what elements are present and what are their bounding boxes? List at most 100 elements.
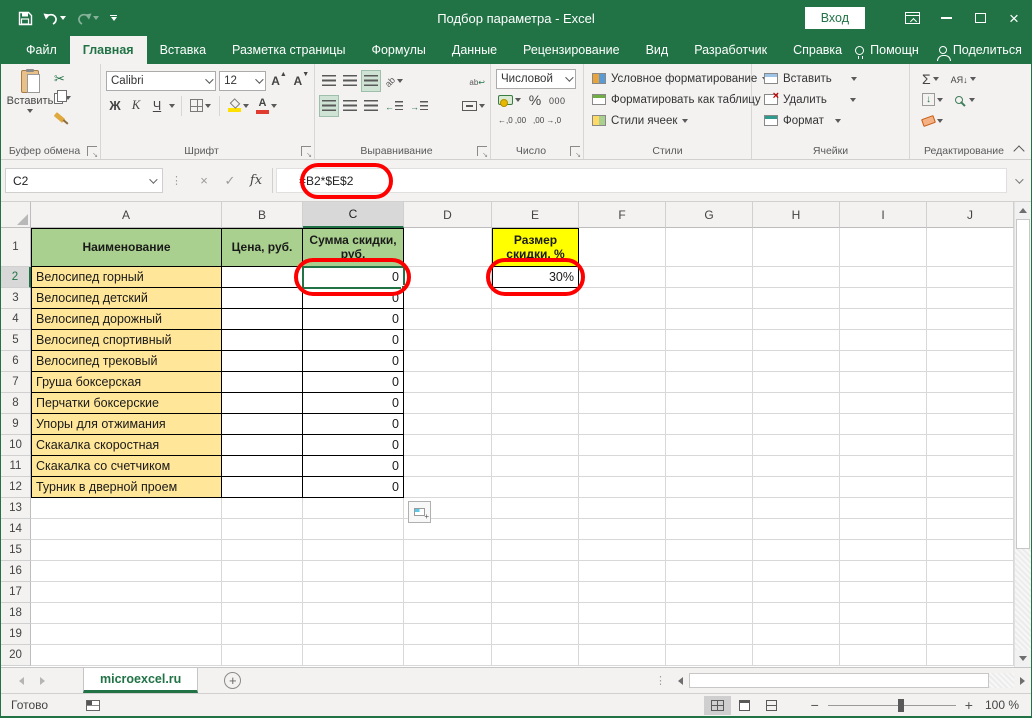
cell-B6[interactable]: [222, 351, 303, 372]
cell-A5[interactable]: Велосипед спортивный: [31, 330, 222, 351]
row-header-2[interactable]: 2: [1, 267, 31, 288]
align-right-button[interactable]: [362, 96, 380, 116]
font-family-combo[interactable]: Calibri: [106, 71, 216, 91]
cell-I15[interactable]: [840, 540, 927, 561]
cell-G6[interactable]: [666, 351, 753, 372]
decrease-indent-button[interactable]: [383, 96, 405, 116]
cell-H8[interactable]: [753, 393, 840, 414]
cell-E3[interactable]: [492, 288, 579, 309]
view-normal-button[interactable]: [704, 696, 731, 715]
cell-G20[interactable]: [666, 645, 753, 666]
number-format-combo[interactable]: Числовой: [496, 69, 576, 89]
tab-page-layout[interactable]: Разметка страницы: [219, 36, 358, 64]
increase-decimal-button[interactable]: [496, 109, 528, 129]
cell-B20[interactable]: [222, 645, 303, 666]
cell-E2[interactable]: 30%: [492, 267, 579, 288]
cell-E12[interactable]: [492, 477, 579, 498]
cell-D4[interactable]: [404, 309, 492, 330]
format-as-table-button[interactable]: Форматировать как таблицу: [592, 89, 748, 110]
cell-H5[interactable]: [753, 330, 840, 351]
cell-J4[interactable]: [927, 309, 1014, 330]
cell-I14[interactable]: [840, 519, 927, 540]
cell-B8[interactable]: [222, 393, 303, 414]
enter-button[interactable]: ✓: [217, 173, 243, 189]
tab-data[interactable]: Данные: [439, 36, 510, 64]
cell-A17[interactable]: [31, 582, 222, 603]
cell-H10[interactable]: [753, 435, 840, 456]
cell-D2[interactable]: [404, 267, 492, 288]
cell-A6[interactable]: Велосипед трековый: [31, 351, 222, 372]
cell-C2[interactable]: 0: [303, 267, 404, 288]
align-top-button[interactable]: [320, 71, 338, 91]
customize-qat-button[interactable]: [106, 13, 121, 23]
tab-home[interactable]: Главная: [70, 36, 147, 64]
cell-D10[interactable]: [404, 435, 492, 456]
cell-F9[interactable]: [579, 414, 666, 435]
fill-color-button[interactable]: [226, 96, 251, 116]
cell-F4[interactable]: [579, 309, 666, 330]
cell-J13[interactable]: [927, 498, 1014, 519]
cell-A12[interactable]: Турник в дверной проем: [31, 477, 222, 498]
cell-B5[interactable]: [222, 330, 303, 351]
percent-style-button[interactable]: [526, 90, 544, 110]
cell-H18[interactable]: [753, 603, 840, 624]
cell-A15[interactable]: [31, 540, 222, 561]
cell-D6[interactable]: [404, 351, 492, 372]
cell-H16[interactable]: [753, 561, 840, 582]
cell-G8[interactable]: [666, 393, 753, 414]
cell-J10[interactable]: [927, 435, 1014, 456]
paste-button[interactable]: Вставить: [6, 68, 54, 125]
cell-C20[interactable]: [303, 645, 404, 666]
copy-button[interactable]: [54, 90, 71, 106]
cell-C8[interactable]: 0: [303, 393, 404, 414]
ribbon-display-options-button[interactable]: [895, 0, 929, 36]
view-page-break-button[interactable]: [758, 696, 785, 715]
cell-F10[interactable]: [579, 435, 666, 456]
cell-I9[interactable]: [840, 414, 927, 435]
cell-styles-button[interactable]: Стили ячеек: [592, 110, 748, 131]
cell-H13[interactable]: [753, 498, 840, 519]
cell-I20[interactable]: [840, 645, 927, 666]
horizontal-scroll-track[interactable]: [989, 673, 1014, 688]
row-header-11[interactable]: 11: [1, 456, 31, 477]
cell-B7[interactable]: [222, 372, 303, 393]
font-color-dropdown-icon[interactable]: [271, 104, 277, 108]
cell-G2[interactable]: [666, 267, 753, 288]
cell-C18[interactable]: [303, 603, 404, 624]
cell-G10[interactable]: [666, 435, 753, 456]
cell-I18[interactable]: [840, 603, 927, 624]
cell-F3[interactable]: [579, 288, 666, 309]
cell-C3[interactable]: 0: [303, 288, 404, 309]
cell-H7[interactable]: [753, 372, 840, 393]
tab-review[interactable]: Рецензирование: [510, 36, 633, 64]
cell-F17[interactable]: [579, 582, 666, 603]
clipboard-dialog-launcher[interactable]: [87, 146, 97, 156]
cell-A7[interactable]: Груша боксерская: [31, 372, 222, 393]
cell-G4[interactable]: [666, 309, 753, 330]
row-header-6[interactable]: 6: [1, 351, 31, 372]
column-header-E[interactable]: E: [492, 202, 579, 228]
cell-J11[interactable]: [927, 456, 1014, 477]
row-header-17[interactable]: 17: [1, 582, 31, 603]
cell-J12[interactable]: [927, 477, 1014, 498]
cell-H20[interactable]: [753, 645, 840, 666]
cell-F1[interactable]: [579, 228, 666, 267]
merge-center-button[interactable]: [460, 96, 487, 116]
cell-G1[interactable]: [666, 228, 753, 267]
cell-A13[interactable]: [31, 498, 222, 519]
fill-color-dropdown-icon[interactable]: [243, 104, 249, 108]
zoom-slider-thumb[interactable]: [898, 699, 904, 712]
sheet-nav-next-icon[interactable]: [40, 677, 45, 685]
cell-C5[interactable]: 0: [303, 330, 404, 351]
cell-D20[interactable]: [404, 645, 492, 666]
row-header-19[interactable]: 19: [1, 624, 31, 645]
cell-B2[interactable]: [222, 267, 303, 288]
cell-H14[interactable]: [753, 519, 840, 540]
cell-A10[interactable]: Скакалка скоростная: [31, 435, 222, 456]
cell-I16[interactable]: [840, 561, 927, 582]
tab-developer[interactable]: Разработчик: [681, 36, 780, 64]
cell-F2[interactable]: [579, 267, 666, 288]
merge-dropdown-icon[interactable]: [479, 104, 485, 108]
cell-J18[interactable]: [927, 603, 1014, 624]
cell-D15[interactable]: [404, 540, 492, 561]
